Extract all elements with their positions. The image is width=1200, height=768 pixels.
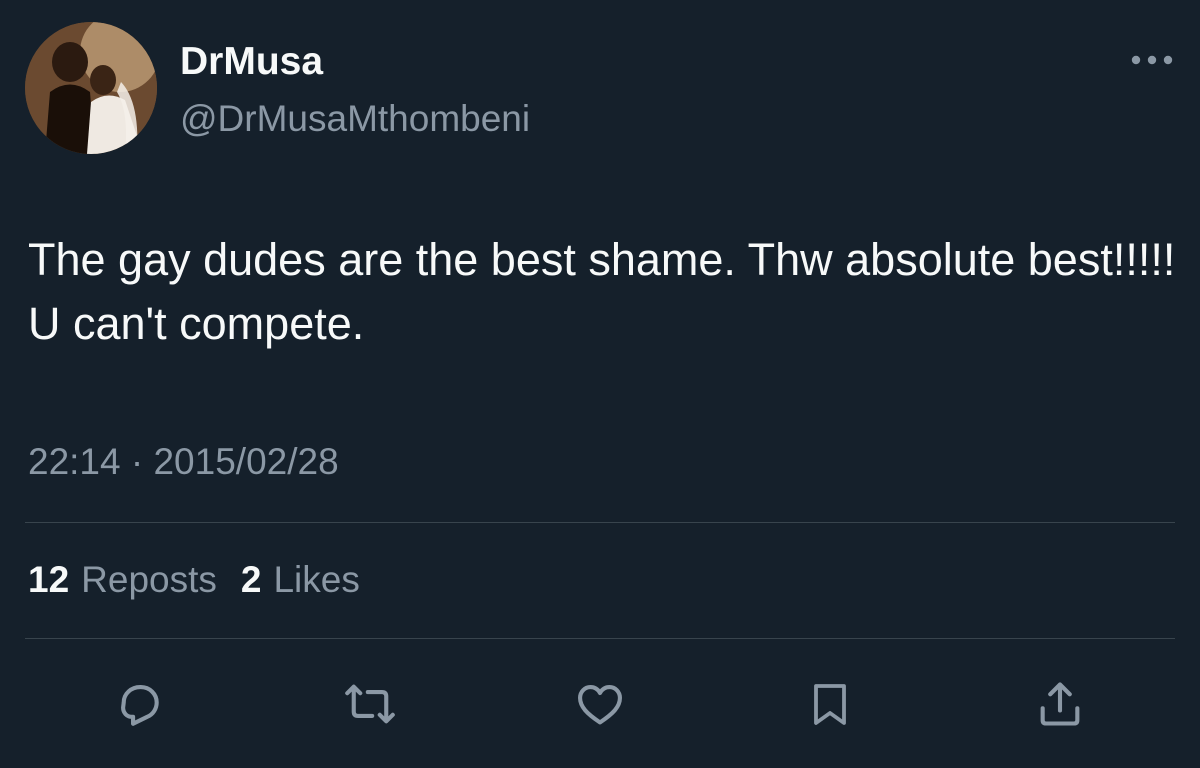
author-handle[interactable]: @DrMusaMthombeni [180, 98, 530, 140]
avatar[interactable] [25, 22, 157, 154]
repost-button[interactable] [340, 674, 400, 734]
tweet-time: 22:14 [28, 441, 121, 482]
tweet-date: 2015/02/28 [153, 441, 339, 482]
reply-button[interactable] [110, 674, 170, 734]
tweet-card: DrMusa @DrMusaMthombeni The gay dudes ar… [0, 0, 1200, 768]
reposts-count: 12 [28, 559, 70, 600]
divider [25, 522, 1175, 523]
like-button[interactable] [570, 674, 630, 734]
bookmark-icon [814, 684, 846, 725]
engagement-stats: 12 Reposts 2 Likes [28, 556, 384, 604]
likes-stat[interactable]: 2 Likes [241, 556, 360, 604]
bookmark-button[interactable] [800, 674, 860, 734]
likes-count: 2 [240, 559, 262, 600]
heart-icon [578, 685, 622, 725]
share-button[interactable] [1030, 674, 1090, 734]
likes-label: Likes [273, 559, 360, 600]
author-display-name[interactable]: DrMusa [180, 40, 323, 84]
more-options-button[interactable] [1124, 44, 1180, 76]
tweet-text: The gay dudes are the best shame. Thw ab… [28, 234, 1188, 349]
reposts-stat[interactable]: 12 Reposts [28, 556, 217, 604]
tweet-timestamp[interactable]: 22:14 · 2015/02/28 [28, 438, 339, 486]
reply-icon [121, 685, 159, 726]
avatar-photo-icon [25, 22, 157, 154]
divider [25, 638, 1175, 639]
repost-icon [345, 684, 395, 724]
share-icon [1040, 682, 1080, 726]
more-dots-icon [1131, 55, 1173, 65]
timestamp-separator: · [130, 441, 144, 482]
reposts-label: Reposts [81, 559, 217, 600]
